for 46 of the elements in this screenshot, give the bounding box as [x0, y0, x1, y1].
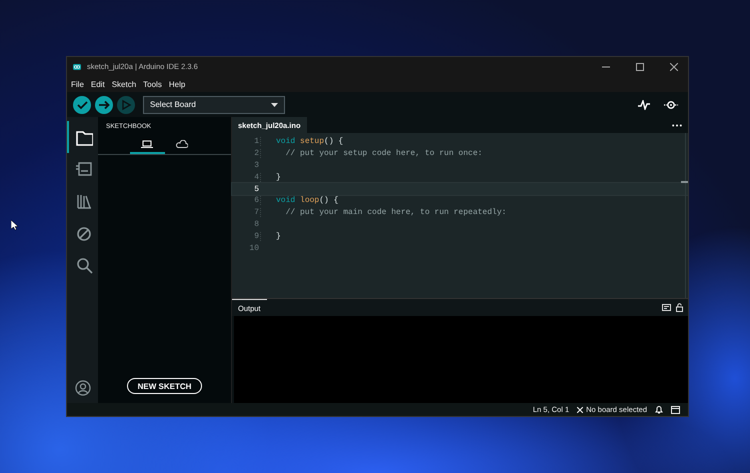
- serial-plotter-icon[interactable]: [638, 100, 650, 110]
- scrollbar-marker: [681, 181, 688, 183]
- bell-icon[interactable]: [655, 405, 663, 414]
- line-number: 5: [253, 184, 259, 194]
- menu-item[interactable]: File: [71, 80, 84, 88]
- no-entry-icon: [74, 224, 92, 242]
- line-number: 8: [253, 220, 259, 229]
- close-icon[interactable]: [670, 62, 678, 70]
- app-logo-icon: [73, 64, 81, 70]
- maximize-icon[interactable]: [636, 62, 644, 70]
- line-number: 2: [253, 149, 259, 158]
- code-line: // put your setup code here, to run once:: [260, 149, 482, 158]
- search-icon: [74, 256, 92, 274]
- close-icon: [577, 406, 584, 412]
- clear-output-icon[interactable]: [662, 304, 671, 311]
- user-icon[interactable]: [74, 380, 90, 396]
- line-number: 3: [253, 160, 259, 170]
- line-number: 4: [253, 172, 259, 182]
- new-sketch-button[interactable]: NEW SKETCH: [126, 378, 202, 394]
- folder-icon: [74, 128, 92, 146]
- line-number: 1: [253, 137, 259, 146]
- menu-item[interactable]: Tools: [143, 80, 162, 88]
- line-number: 10: [248, 244, 259, 253]
- code-line: void setup() {: [260, 137, 344, 146]
- code-line: void loop() {: [260, 196, 338, 206]
- verify-button[interactable]: [73, 96, 91, 114]
- mouse-pointer-icon: [11, 220, 18, 230]
- caret-icon: [271, 102, 278, 106]
- books-icon: [74, 192, 92, 210]
- code-line: }: [260, 232, 281, 241]
- cloud-icon: [176, 140, 188, 148]
- board-icon: [74, 160, 92, 178]
- menu-item[interactable]: Help: [168, 80, 186, 88]
- panel-icon[interactable]: [671, 406, 680, 414]
- more-icon[interactable]: [672, 124, 682, 126]
- menu-item[interactable]: Sketch: [112, 80, 136, 88]
- unlock-icon[interactable]: [676, 303, 683, 312]
- line-number: 7: [253, 208, 259, 218]
- code-line: // put your main code here, to run repeatedly:: [260, 208, 506, 218]
- laptop-icon: [141, 140, 153, 148]
- upload-button[interactable]: [95, 96, 113, 114]
- menu-item[interactable]: Edit: [90, 80, 105, 88]
- line-number: 9: [253, 232, 259, 241]
- board-select[interactable]: Select Board: [143, 96, 285, 114]
- line-number: 6: [253, 196, 259, 206]
- serial-monitor-icon[interactable]: [664, 100, 678, 110]
